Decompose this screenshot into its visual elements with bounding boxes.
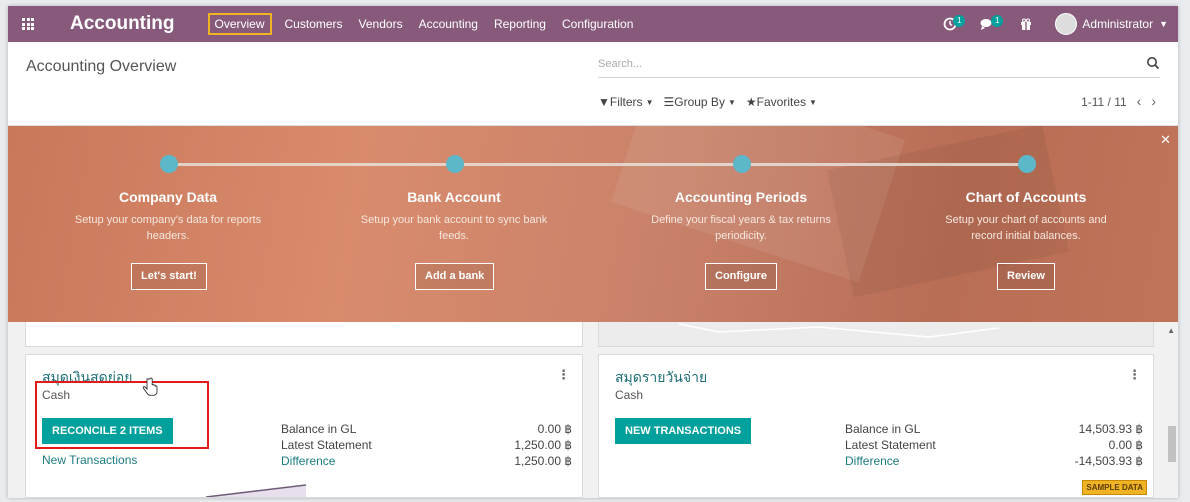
step-title: Accounting Periods xyxy=(674,189,808,205)
step-description: Setup your chart of accounts and record … xyxy=(945,214,1107,242)
pager-next-icon[interactable]: › xyxy=(1151,94,1156,109)
search-placeholder: Search... xyxy=(598,58,643,70)
sample-data-badge: SAMPLE DATA xyxy=(1082,480,1147,495)
balance-in-gl-value: 0.00 ฿ xyxy=(537,422,572,436)
group-by-caret-icon: ▼ xyxy=(727,98,736,107)
vertical-scrollbar[interactable]: ▲ xyxy=(1166,322,1178,498)
pager-previous-icon[interactable]: ‹ xyxy=(1137,94,1142,109)
step-dot xyxy=(446,155,464,173)
star-icon: ★ xyxy=(745,95,757,109)
configure-button[interactable]: Configure xyxy=(705,263,777,290)
messages-chat-icon[interactable]: 1 xyxy=(969,6,1007,42)
step-dot xyxy=(733,155,751,173)
latest-statement-label: Latest Statement xyxy=(845,438,936,452)
difference-link[interactable]: Difference xyxy=(281,453,372,469)
page-title: Accounting Overview xyxy=(26,58,177,75)
pager: 1-11 / 11 ‹ › xyxy=(1081,94,1156,109)
user-name[interactable]: Administrator xyxy=(1082,17,1153,31)
control-panel: Accounting Overview Search... ▼Filters ▼ … xyxy=(8,42,1178,126)
hand-cursor-icon xyxy=(142,377,158,396)
close-icon[interactable]: ✕ xyxy=(1160,132,1171,148)
balance-values: 0.00 ฿ 1,250.00 ฿ 1,250.00 ฿ xyxy=(514,421,572,469)
step-description: Define your fiscal years & tax returns p… xyxy=(651,214,831,242)
top-navbar: Accounting Overview Customers Vendors Ac… xyxy=(8,6,1178,42)
activity-badge: 1 xyxy=(953,15,966,27)
app-brand[interactable]: Accounting xyxy=(70,13,175,35)
difference-link[interactable]: Difference xyxy=(845,453,936,469)
onboarding-progress-line xyxy=(170,163,1028,166)
menu-reporting[interactable]: Reporting xyxy=(486,6,554,42)
new-transactions-button[interactable]: NEW TRANSACTIONS xyxy=(615,418,752,444)
journal-card-stub xyxy=(25,322,583,347)
group-by-button[interactable]: ☰Group By ▼ xyxy=(663,95,735,109)
balance-in-gl-label: Balance in GL xyxy=(281,422,357,436)
scrollbar-thumb[interactable] xyxy=(1168,426,1176,462)
step-dot xyxy=(1018,155,1036,173)
annotation-highlight-box xyxy=(35,381,209,449)
step-dot xyxy=(160,155,178,173)
balance-in-gl-label: Balance in GL xyxy=(845,422,921,436)
user-avatar[interactable] xyxy=(1055,13,1078,35)
step-title: Bank Account xyxy=(407,189,501,205)
scroll-up-icon[interactable]: ▲ xyxy=(1167,326,1175,335)
review-button[interactable]: Review xyxy=(997,263,1055,290)
favorites-caret-icon: ▼ xyxy=(809,98,817,107)
activity-clock-icon[interactable]: 1 xyxy=(931,6,969,42)
navbar-right: 1 1 Administrator ▼ xyxy=(931,6,1178,42)
journal-card-stub xyxy=(598,322,1154,347)
journal-card-payments: สมุดรายวันจ่าย Cash ⋮ NEW TRANSACTIONS B… xyxy=(598,354,1154,498)
card-menu-icon[interactable]: ⋮ xyxy=(557,367,570,383)
balance-labels: Balance in GL Latest Statement Differenc… xyxy=(281,421,372,469)
gift-icon[interactable] xyxy=(1007,6,1045,42)
main-menu: Overview Customers Vendors Accounting Re… xyxy=(203,6,642,42)
search-icon[interactable] xyxy=(1146,56,1160,70)
filter-icon: ▼ xyxy=(598,95,610,109)
journal-type: Cash xyxy=(615,388,644,402)
balance-in-gl-value: 14,503.93 ฿ xyxy=(1078,422,1143,436)
menu-customers[interactable]: Customers xyxy=(277,6,351,42)
journal-dashboard: สมุดเงินสดย่อย Cash ⋮ RECONCILE 2 ITEMS … xyxy=(8,322,1178,498)
messages-badge: 1 xyxy=(991,15,1004,27)
apps-menu-icon[interactable] xyxy=(8,6,48,42)
balance-values: 14,503.93 ฿ 0.00 ฿ -14,503.93 ฿ xyxy=(1075,421,1143,469)
difference-value: 1,250.00 ฿ xyxy=(514,454,572,468)
search-input[interactable]: Search... xyxy=(598,54,1160,78)
step-description: Setup your company's data for reports he… xyxy=(74,214,262,242)
menu-vendors[interactable]: Vendors xyxy=(351,6,411,42)
chart-preview xyxy=(206,484,306,497)
app-window: Accounting Overview Customers Vendors Ac… xyxy=(8,6,1178,498)
balance-labels: Balance in GL Latest Statement Differenc… xyxy=(845,421,936,469)
latest-statement-value: 0.00 ฿ xyxy=(1108,438,1143,452)
journal-card-petty-cash: สมุดเงินสดย่อย Cash ⋮ RECONCILE 2 ITEMS … xyxy=(25,354,583,498)
step-title: Company Data xyxy=(118,189,218,205)
add-a-bank-button[interactable]: Add a bank xyxy=(415,263,495,290)
menu-configuration[interactable]: Configuration xyxy=(554,6,641,42)
onboarding-banner: ✕ Company Data Setup your company's data… xyxy=(8,126,1178,322)
latest-statement-label: Latest Statement xyxy=(281,438,372,452)
new-transactions-link[interactable]: New Transactions xyxy=(42,453,137,467)
step-description: Setup your bank account to sync bank fee… xyxy=(360,214,548,242)
filters-button[interactable]: ▼Filters ▼ xyxy=(598,95,653,109)
latest-statement-value: 1,250.00 ฿ xyxy=(514,438,572,452)
filters-caret-icon: ▼ xyxy=(645,98,654,107)
user-caret-icon[interactable]: ▼ xyxy=(1159,19,1168,29)
group-by-icon: ☰ xyxy=(663,95,675,109)
pager-value[interactable]: 1-11 / 11 xyxy=(1081,95,1127,109)
card-menu-icon[interactable]: ⋮ xyxy=(1128,367,1141,383)
difference-value: -14,503.93 ฿ xyxy=(1074,454,1143,468)
favorites-button[interactable]: ★Favorites ▼ xyxy=(746,95,817,109)
search-options: ▼Filters ▼ ☰Group By ▼ ★Favorites ▼ xyxy=(598,95,817,109)
journal-title[interactable]: สมุดรายวันจ่าย xyxy=(615,367,707,389)
menu-accounting[interactable]: Accounting xyxy=(411,6,486,42)
step-title: Chart of Accounts xyxy=(965,189,1087,205)
menu-overview[interactable]: Overview xyxy=(207,13,272,35)
lets-start-button[interactable]: Let's start! xyxy=(131,263,207,290)
